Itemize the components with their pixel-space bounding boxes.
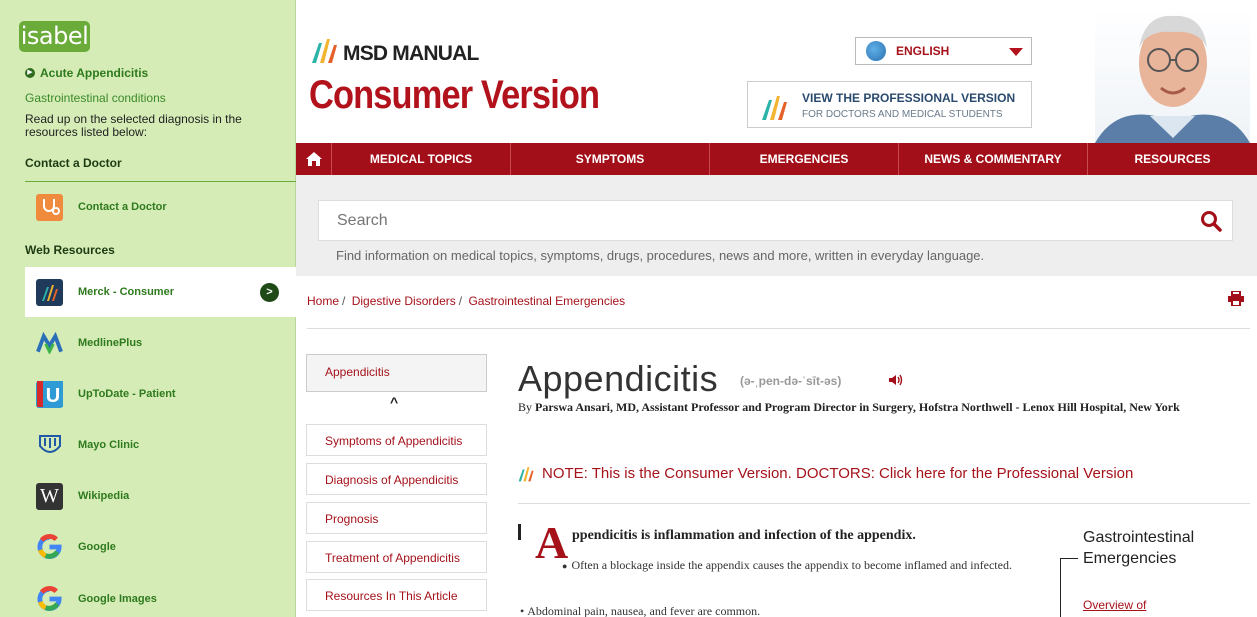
nav-emergencies[interactable]: EMERGENCIES [710, 143, 899, 175]
breadcrumb-gi-emergencies[interactable]: Gastrointestinal Emergencies [468, 294, 625, 308]
bullet-icon: ● [562, 561, 568, 571]
article-nav-current[interactable]: Appendicitis [306, 354, 487, 392]
search-hint: Find information on medical topics, symp… [336, 248, 985, 263]
article-bullet: • Abdominal pain, nausea, and fever are … [520, 604, 760, 617]
article-title: Appendicitis [518, 358, 719, 399]
breadcrumb-separator: / [458, 294, 463, 308]
professional-note[interactable]: NOTE: This is the Consumer Version. DOCT… [518, 464, 1133, 482]
nav-symptoms[interactable]: SYMPTOMS [511, 143, 710, 175]
language-select[interactable]: ENGLISH [855, 37, 1032, 65]
byline-prefix: By [518, 400, 533, 414]
diagnosis-title[interactable]: Acute Appendicitis [40, 66, 148, 80]
sidebar-item-label: MedlinePlus [78, 337, 143, 349]
article-bullet: ● Often a blockage inside the appendix ca… [536, 556, 1036, 575]
professional-version-subtitle: FOR DOCTORS AND MEDICAL STUDENTS [802, 109, 1003, 120]
sidebar-item-label: Merck - Consumer [78, 286, 174, 298]
contact-heading: Contact a Doctor [25, 156, 296, 182]
doctor-portrait [1095, 8, 1250, 143]
breadcrumb: Home / Digestive Disorders / Gastrointesti… [307, 294, 625, 308]
isabel-sidebar: isabel ▶ Acute Appendicitis Gastrointest… [0, 0, 296, 617]
sidebar-item-google-images[interactable]: Google Images [25, 574, 296, 617]
sidebar-item-label: Mayo Clinic [78, 439, 140, 451]
sidebar-item-uptodate[interactable]: U UpToDate - Patient [25, 369, 296, 419]
main-nav: MEDICAL TOPICS SYMPTOMS EMERGENCIES NEWS… [296, 143, 1257, 175]
search-band: Find information on medical topics, symp… [296, 175, 1257, 276]
brand-top-text[interactable]: MSD MANUAL [343, 42, 479, 66]
professional-version-title: VIEW THE PROFESSIONAL VERSION [802, 91, 1016, 105]
sidebar-item-label: Wikipedia [78, 490, 130, 502]
search-input[interactable] [337, 212, 1117, 230]
home-icon[interactable] [296, 143, 332, 175]
section-marker [518, 524, 521, 540]
search-icon[interactable] [1200, 210, 1222, 232]
go-arrow-icon[interactable]: > [260, 283, 279, 302]
mayo-icon [36, 432, 63, 459]
msd-logo-icon [518, 467, 534, 482]
breadcrumb-separator: / [342, 294, 346, 308]
related-bracket [1060, 558, 1078, 617]
sidebar-item-merck[interactable]: Merck - Consumer > [25, 267, 296, 317]
nav-news-commentary[interactable]: NEWS & COMMENTARY [899, 143, 1088, 175]
professional-version-button[interactable]: VIEW THE PROFESSIONAL VERSION FOR DOCTOR… [747, 81, 1032, 128]
nav-medical-topics[interactable]: MEDICAL TOPICS [332, 143, 511, 175]
diagnosis-category: Gastrointestinal conditions [25, 91, 166, 105]
merck-icon [36, 278, 63, 306]
sidebar-item-google[interactable]: Google [25, 522, 296, 572]
sidebar-item-mayo[interactable]: Mayo Clinic [25, 420, 296, 470]
chevron-up-icon[interactable]: ^ [390, 394, 398, 410]
sidebar-item-medlineplus[interactable]: MedlinePlus [25, 318, 296, 368]
related-title: Gastrointestinal Emergencies [1083, 529, 1195, 567]
article-byline: By Parswa Ansari, MD, Assistant Professo… [518, 400, 1238, 415]
contact-doctor-item[interactable]: Contact a Doctor [25, 182, 296, 232]
wikipedia-icon: W [36, 482, 63, 510]
diagnosis-description: Read up on the selected diagnosis in the… [25, 112, 242, 139]
article-nav-resources[interactable]: Resources In This Article [306, 579, 487, 611]
breadcrumb-digestive[interactable]: Digestive Disorders [352, 294, 456, 308]
web-resources-heading: Web Resources [25, 243, 115, 257]
print-icon[interactable] [1228, 291, 1244, 306]
isabel-logo[interactable]: isabel [19, 21, 90, 52]
article-nav-treatment[interactable]: Treatment of Appendicitis [306, 541, 487, 573]
diagnosis-row[interactable]: ▶ Acute Appendicitis [25, 66, 148, 80]
page: isabel ▶ Acute Appendicitis Gastrointest… [0, 0, 1257, 617]
svg-text:U: U [45, 385, 59, 407]
divider [307, 328, 1250, 329]
sidebar-item-label: UpToDate - Patient [78, 388, 176, 400]
article-nav-symptoms[interactable]: Symptoms of Appendicitis [306, 424, 487, 456]
msd-logo-icon[interactable] [311, 35, 341, 63]
speaker-icon[interactable] [889, 374, 903, 386]
professional-note-text[interactable]: NOTE: This is the Consumer Version. DOCT… [542, 465, 1133, 482]
uptodate-icon: U [36, 380, 63, 408]
globe-icon [866, 41, 886, 61]
byline-author: Parswa Ansari, MD, Assistant Professor a… [535, 400, 1180, 414]
breadcrumb-home[interactable]: Home [307, 294, 339, 308]
pronunciation: (ə-ˌpen-də-ˈsīt-əs) [740, 374, 842, 388]
brand-main-text[interactable]: Consumer Version [309, 73, 600, 118]
article-nav-prognosis[interactable]: Prognosis [306, 502, 487, 534]
google-icon [36, 534, 63, 561]
stethoscope-icon [36, 193, 63, 221]
article-lead: ppendicitis is inflammation and infectio… [572, 528, 916, 543]
medlineplus-icon [36, 330, 63, 357]
article-nav-diagnosis[interactable]: Diagnosis of Appendicitis [306, 463, 487, 495]
bullet-text: Abdominal pain, nausea, and fever are co… [527, 604, 761, 617]
contact-doctor-label: Contact a Doctor [78, 201, 167, 213]
nav-resources[interactable]: RESOURCES [1088, 143, 1257, 175]
sidebar-item-wikipedia[interactable]: W Wikipedia [25, 471, 296, 521]
sidebar-item-label: Google Images [78, 593, 157, 605]
divider [518, 503, 1250, 504]
language-label: ENGLISH [896, 44, 950, 58]
related-link[interactable]: Overview of [1083, 598, 1146, 612]
msd-logo-icon [762, 96, 787, 120]
sidebar-item-label: Google [78, 541, 116, 553]
google-images-icon [36, 586, 63, 613]
search-box [318, 200, 1233, 241]
bullet-text: Often a blockage inside the appendix cau… [571, 558, 1012, 572]
caret-down-icon [1009, 48, 1023, 56]
chevron-right-icon: ▶ [25, 68, 35, 78]
